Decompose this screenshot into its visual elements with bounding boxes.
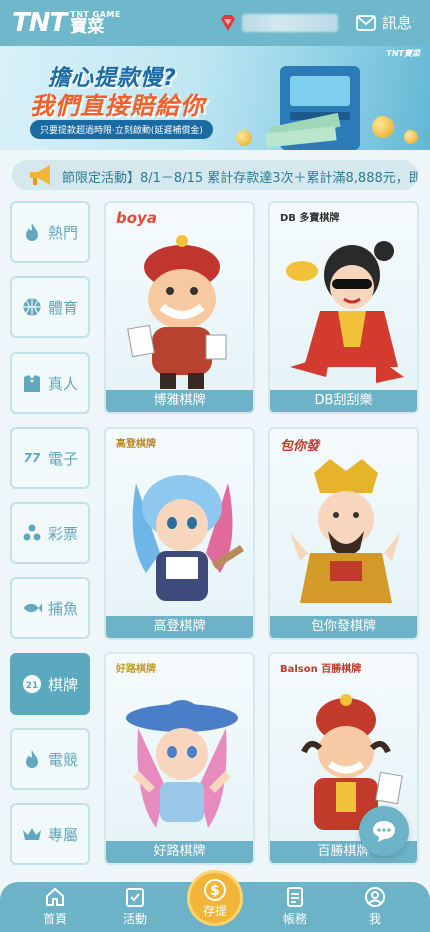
logo-mark: TNT (12, 8, 67, 38)
mail-icon (356, 14, 376, 31)
nav-me-label: 我 (368, 912, 381, 926)
home-icon (46, 887, 64, 906)
nav-home-label: 首頁 (42, 912, 67, 926)
game-card-baonifa[interactable]: 包你發 包你發棋牌 (268, 427, 419, 640)
top-header: TNT TNT GAME 寶菜 訊息 (0, 0, 430, 46)
nav-activity-label: 活動 (122, 912, 147, 926)
sidebar-item-label: 棋牌 (47, 675, 78, 694)
sidebar-item-live[interactable]: 真人 (10, 352, 90, 414)
coin-decoration (372, 116, 394, 138)
game-label: DB刮刮樂 (270, 390, 417, 412)
db-character-art (286, 241, 404, 383)
nav-home[interactable]: 首頁 (25, 886, 85, 930)
sidebar-item-sports[interactable]: 體育 (10, 276, 90, 338)
cards-icon: 21 (22, 674, 42, 694)
sidebar-item-exclusive[interactable]: 專屬 (10, 803, 90, 865)
brand-logo[interactable]: TNT TNT GAME 寶菜 (12, 8, 121, 38)
game-label: 好路棋牌 (106, 841, 253, 863)
game-brand: 好路棋牌 (116, 664, 156, 675)
fish-icon (22, 598, 42, 618)
chat-support-button[interactable] (359, 806, 409, 856)
messages-label: 訊息 (381, 14, 412, 32)
sidebar-item-label: 真人 (47, 374, 78, 393)
megaphone-icon (30, 165, 50, 185)
atm-illustration (265, 66, 360, 150)
logo-zh: 寶菜 (70, 17, 105, 37)
nav-account-label: 帳務 (282, 912, 307, 926)
game-brand: 高登棋牌 (116, 439, 156, 450)
coin-decoration (236, 130, 252, 146)
promo-banner[interactable]: 擔心提款慢? 我們直接賠給你 只要提款超過時限·立刻啟動(延遲補償金) TNT寶… (0, 46, 430, 150)
svg-text:21: 21 (26, 681, 39, 691)
sidebar-item-label: 熱門 (47, 223, 78, 242)
user-icon (365, 887, 385, 907)
game-label: 包你發棋牌 (270, 616, 417, 638)
sidebar-item-cards[interactable]: 21 棋牌 (10, 653, 90, 715)
basketball-icon (22, 297, 42, 317)
nav-deposit-button[interactable]: $ 存提 (187, 870, 243, 926)
game-brand: 包你發 (280, 439, 320, 454)
nav-me[interactable]: 我 (345, 886, 405, 930)
sidebar-item-label: 專屬 (47, 825, 78, 844)
game-brand: boya (116, 209, 157, 227)
balance-display[interactable] (242, 14, 338, 32)
banner-title-2: 我們直接賠給你 (30, 92, 205, 120)
sidebar-item-label: 彩票 (47, 524, 78, 543)
game-brand: DB 多寶棋牌 (280, 213, 340, 224)
game-label: 博雅棋牌 (106, 390, 253, 412)
nav-account[interactable]: 帳務 (265, 886, 325, 930)
gaodeng-character-art (132, 475, 244, 601)
sidebar-item-esports[interactable]: 電競 (10, 728, 90, 790)
document-icon (287, 887, 303, 907)
sidebar-item-label: 捕魚 (47, 599, 78, 618)
lottery-balls-icon (22, 523, 42, 543)
sidebar-item-label: 電競 (47, 750, 78, 769)
haolu-character-art (126, 700, 238, 828)
coin-decoration (404, 130, 418, 144)
sidebar-item-slots[interactable]: 77 電子 (10, 427, 90, 489)
game-card-haolu[interactable]: 好路棋牌 好路棋牌 (104, 652, 255, 865)
sidebar-item-label: 電子 (47, 449, 78, 468)
sidebar-item-fishing[interactable]: 捕魚 (10, 577, 90, 639)
crown-icon (22, 824, 42, 844)
chat-bubble-icon (373, 821, 395, 842)
game-brand: Balson 百勝棋牌 (280, 664, 362, 675)
nav-activity[interactable]: 活動 (105, 886, 165, 930)
svg-text:$: $ (210, 883, 220, 899)
baonifa-character-art (290, 459, 400, 603)
slot-777-icon: 77 (23, 451, 41, 465)
boya-character-art (127, 235, 227, 389)
sidebar-item-hot[interactable]: 熱門 (10, 201, 90, 263)
dollar-coin-icon: $ (204, 878, 226, 901)
game-label: 高登棋牌 (106, 616, 253, 638)
nav-deposit-label: 存提 (202, 903, 227, 918)
banner-subtitle: 只要提款超過時限·立刻啟動(延遲補償金) (30, 120, 213, 139)
messages-button[interactable]: 訊息 (356, 12, 412, 33)
game-card-boya[interactable]: boya 博雅棋牌 (104, 201, 255, 414)
clipboard-check-icon (126, 888, 144, 907)
esports-flame-icon (22, 749, 42, 769)
vip-gem-icon[interactable] (218, 13, 238, 33)
sidebar-item-label: 體育 (47, 298, 78, 317)
announcement-marquee[interactable]: 節限定活動】8/1－8/15 累計存款達3次＋累計滿8,888元，即送 (12, 160, 418, 190)
dealer-icon (22, 373, 42, 393)
sidebar-item-lottery[interactable]: 彩票 (10, 502, 90, 564)
game-card-db[interactable]: DB 多寶棋牌 DB刮刮樂 (268, 201, 419, 414)
marquee-text: 節限定活動】8/1－8/15 累計存款達3次＋累計滿8,888元，即送 (62, 171, 418, 186)
banner-brand-tag: TNT寶菜 (386, 49, 420, 58)
game-card-gaodeng[interactable]: 高登棋牌 高登棋牌 (104, 427, 255, 640)
flame-icon (22, 222, 42, 242)
